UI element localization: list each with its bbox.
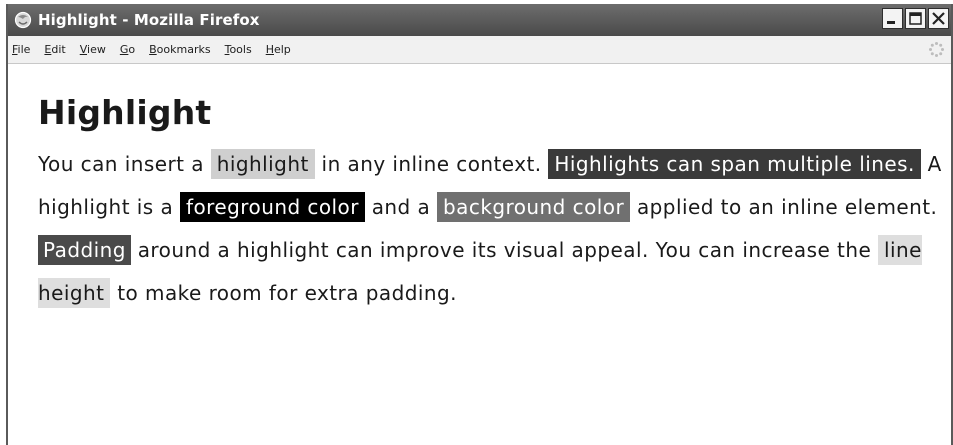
page-heading: Highlight — [38, 93, 212, 132]
highlight-light: highlight — [210, 149, 315, 179]
highlight-paragraph: You can insert a highlight in any inline… — [38, 143, 943, 315]
menu-file-label: ile — [17, 43, 31, 56]
menu-file[interactable]: File — [12, 43, 30, 56]
menu-view-mnemonic: V — [79, 43, 88, 56]
minimize-button[interactable] — [882, 8, 903, 29]
minimize-icon — [887, 21, 895, 24]
menu-bookmarks-mnemonic: B — [149, 43, 157, 56]
maximize-button[interactable] — [905, 8, 926, 29]
paragraph-text: around a highlight can improve its visua… — [130, 238, 879, 262]
menu-tools[interactable]: Tools — [225, 43, 252, 56]
menu-bookmarks-label: ookmarks — [156, 43, 211, 56]
menu-help[interactable]: Help — [266, 43, 291, 56]
highlight-foreground-color: foreground color — [179, 192, 365, 222]
close-button[interactable] — [928, 8, 949, 29]
paragraph-text: applied to an inline element. — [630, 195, 938, 219]
menu-view-label: iew — [87, 43, 106, 56]
paragraph-text: in any inline context. — [314, 152, 549, 176]
highlight-multiline: Highlights can span multiple lines. — [548, 149, 921, 179]
menu-edit[interactable]: Edit — [44, 43, 65, 56]
menu-help-label: elp — [273, 43, 291, 56]
menu-go[interactable]: Go — [120, 43, 135, 56]
paragraph-text: to make room for extra padding. — [110, 281, 457, 305]
menu-bookmarks[interactable]: Bookmarks — [149, 43, 210, 56]
throbber-icon — [928, 41, 945, 58]
menu-go-label: o — [128, 43, 136, 56]
menu-view[interactable]: View — [80, 43, 106, 56]
maximize-icon — [909, 12, 922, 25]
highlight-padding: Padding — [38, 235, 131, 265]
menu-tools-label: ools — [229, 43, 252, 56]
close-icon — [932, 12, 945, 25]
window-controls — [882, 8, 949, 29]
paragraph-text: You can insert a — [38, 152, 211, 176]
highlight-background-color: background color — [437, 192, 631, 222]
menu-bar: File Edit View Go Bookmarks Tools Help — [8, 36, 951, 64]
firefox-logo-icon — [14, 11, 32, 29]
page-content: Highlight You can insert a highlight in … — [8, 65, 951, 445]
paragraph-text: and a — [364, 195, 438, 219]
title-bar[interactable]: Highlight - Mozilla Firefox — [8, 4, 951, 36]
browser-window: Highlight - Mozilla Firefox File Edit Vi… — [6, 4, 953, 445]
menu-edit-label: dit — [51, 43, 66, 56]
menu-help-mnemonic: H — [265, 43, 274, 56]
window-title: Highlight - Mozilla Firefox — [38, 11, 260, 29]
